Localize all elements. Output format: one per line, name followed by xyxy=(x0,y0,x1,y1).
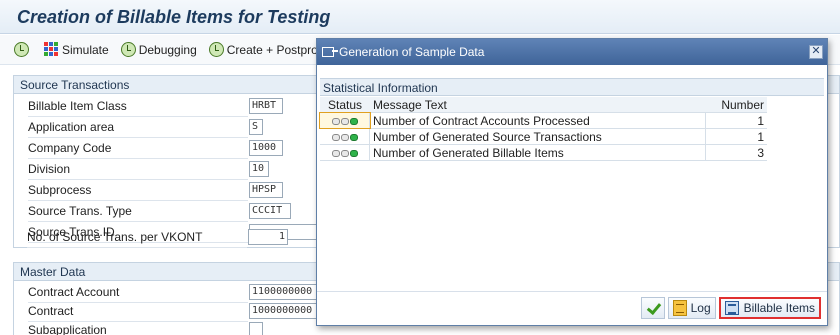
message-cell: Number of Generated Billable Items xyxy=(370,145,706,160)
simulate-label: Simulate xyxy=(62,42,109,57)
continue-button[interactable] xyxy=(640,297,665,319)
statistical-information-section: Statistical Information Status Message T… xyxy=(319,78,824,268)
column-header-status: Status xyxy=(327,98,363,112)
billable-items-icon xyxy=(724,301,739,315)
green-traffic-light-icon xyxy=(331,150,358,157)
billable-item-class-input[interactable]: HRBT xyxy=(249,98,283,114)
subapplication-input[interactable] xyxy=(249,322,263,335)
dialog-title-bar: Generation of Sample Data xyxy=(317,39,827,65)
division-input[interactable]: 10 xyxy=(249,161,269,177)
message-cell: Number of Generated Source Transactions xyxy=(370,129,706,144)
statistics-table: Status Message Text Number Number of Con… xyxy=(319,97,767,161)
field-contract: Contract 1000000000 xyxy=(14,301,317,322)
field-subprocess: Subprocess HPSP xyxy=(14,180,314,201)
field-billable-item-class: Billable Item Class HRBT xyxy=(14,96,314,117)
dialog-window-icon xyxy=(322,47,338,57)
contract-account-input[interactable]: 1100000000 xyxy=(249,284,317,300)
table-header-row: Status Message Text Number xyxy=(320,97,767,113)
billable-items-button[interactable]: Billable Items xyxy=(718,297,821,319)
field-source-trans-type: Source Trans. Type CCCIT xyxy=(14,201,314,222)
debugging-button[interactable]: Debugging xyxy=(120,42,197,57)
contract-input[interactable]: 1000000000 xyxy=(249,303,317,319)
table-row[interactable]: Number of Generated Source Transactions … xyxy=(320,129,767,145)
field-division: Division 10 xyxy=(14,159,314,180)
number-cell: 1 xyxy=(757,130,764,144)
create-postprocess-icon xyxy=(208,42,224,57)
statistical-information-header: Statistical Information xyxy=(320,79,824,96)
column-header-message: Message Text xyxy=(373,98,447,112)
source-trans-per-vkont-input[interactable]: 1 xyxy=(248,229,288,245)
billable-items-label: Billable Items xyxy=(743,301,815,315)
dialog-title: Generation of Sample Data xyxy=(339,45,485,59)
company-code-input[interactable]: 1000 xyxy=(249,140,283,156)
close-button[interactable]: ✕ xyxy=(809,45,823,59)
execute-button[interactable] xyxy=(14,42,32,57)
number-cell: 1 xyxy=(757,114,764,128)
checkmark-icon xyxy=(646,301,660,315)
status-cell[interactable] xyxy=(319,112,371,129)
source-trans-type-input[interactable]: CCCIT xyxy=(249,203,291,219)
debugging-icon xyxy=(120,42,136,57)
message-cell: Number of Contract Accounts Processed xyxy=(370,113,706,128)
simulate-button[interactable]: Simulate xyxy=(44,42,109,57)
field-subapplication: Subapplication xyxy=(14,320,314,335)
field-label: Billable Item Class xyxy=(28,99,248,117)
column-header-number: Number xyxy=(721,98,764,112)
table-row[interactable]: Number of Generated Billable Items 3 xyxy=(320,145,767,161)
field-label: No. of Source Trans. per VKONT xyxy=(27,230,247,248)
field-company-code: Company Code 1000 xyxy=(14,138,314,159)
field-label: Source Trans. Type xyxy=(28,204,248,222)
close-icon: ✕ xyxy=(811,45,821,57)
status-cell[interactable] xyxy=(320,145,370,160)
application-area-input[interactable]: S xyxy=(249,119,263,135)
execute-icon xyxy=(14,42,29,57)
log-button[interactable]: Log xyxy=(667,297,716,319)
page-title: Creation of Billable Items for Testing xyxy=(17,7,331,27)
dialog-footer: Log Billable Items xyxy=(638,296,821,320)
green-traffic-light-icon xyxy=(331,118,358,125)
field-application-area: Application area S xyxy=(14,117,314,138)
number-cell: 3 xyxy=(757,146,764,160)
field-label: Subapplication xyxy=(28,323,248,335)
field-label: Application area xyxy=(28,120,248,138)
log-icon xyxy=(672,300,687,316)
subprocess-input[interactable]: HPSP xyxy=(249,182,283,198)
title-bar: Creation of Billable Items for Testing xyxy=(0,0,840,34)
green-traffic-light-icon xyxy=(331,134,358,141)
debugging-label: Debugging xyxy=(138,42,197,57)
log-label: Log xyxy=(690,301,711,315)
status-cell[interactable] xyxy=(320,129,370,144)
simulate-icon xyxy=(44,42,59,57)
table-row[interactable]: Number of Contract Accounts Processed 1 xyxy=(319,112,767,129)
generation-dialog: Generation of Sample Data ✕ Statistical … xyxy=(316,38,828,326)
dialog-footer-divider xyxy=(317,291,827,292)
field-label: Company Code xyxy=(28,141,248,159)
field-label: Division xyxy=(28,162,248,180)
field-source-trans-per-vkont: No. of Source Trans. per VKONT 1 xyxy=(13,227,313,248)
field-contract-account: Contract Account 1100000000 xyxy=(14,282,317,303)
field-label: Subprocess xyxy=(28,183,248,201)
